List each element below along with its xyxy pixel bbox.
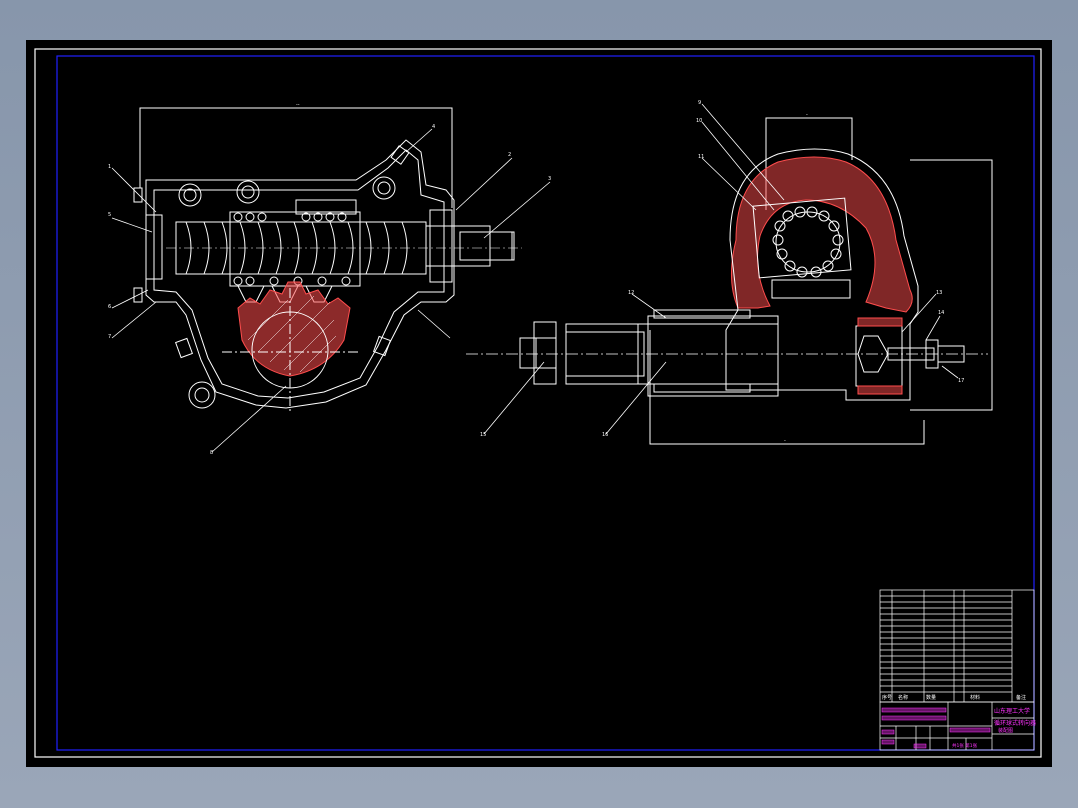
bushing-bottom xyxy=(653,383,751,393)
callout-14: 14 xyxy=(938,310,944,316)
drawing-title-2: 装配图 xyxy=(998,727,1013,734)
screw-bottom-left xyxy=(174,337,194,359)
inner-frame xyxy=(56,55,1035,751)
left-callouts xyxy=(111,128,551,453)
callout-8: 8 xyxy=(210,450,213,456)
ball-nut xyxy=(229,211,361,287)
housing-boss-right-top xyxy=(372,176,396,200)
bill-of-materials xyxy=(879,589,1035,703)
right-dim-top-label: - xyxy=(806,112,808,118)
end-cap-right xyxy=(429,209,453,283)
school-name: 山东理工大学 xyxy=(994,707,1030,715)
bom-header-name: 名称 xyxy=(898,694,908,701)
callout-1: 1 xyxy=(108,164,111,170)
bom-header-qty: 数量 xyxy=(926,694,936,701)
callout-5: 5 xyxy=(108,212,111,218)
sector-gear xyxy=(237,281,351,377)
bom-header-note: 备注 xyxy=(1016,694,1026,701)
callout-10: 10 xyxy=(696,118,702,124)
housing-boss-mid-top xyxy=(236,180,260,204)
bom-header-no: 序号 xyxy=(882,694,892,701)
drawing-sheet: -- 1 2 3 4 5 6 7 8 - - 9 10 11 12 13 14 … xyxy=(26,40,1052,767)
callout-16: 16 xyxy=(602,432,608,438)
cad-viewport: -- 1 2 3 4 5 6 7 8 - - 9 10 11 12 13 14 … xyxy=(0,0,1078,808)
input-shaft-spline xyxy=(459,231,515,261)
housing-boss-bottom xyxy=(188,381,216,409)
callout-15: 15 xyxy=(480,432,486,438)
steering-gear-assembly-drawing: -- 1 2 3 4 5 6 7 8 - - 9 10 11 12 13 14 … xyxy=(34,48,1042,758)
adjuster-hatch-top xyxy=(857,317,903,327)
callout-2: 2 xyxy=(508,152,511,158)
right-dim-bottom-label: - xyxy=(784,438,786,444)
callout-17: 17 xyxy=(958,378,964,384)
callout-11: 11 xyxy=(698,154,704,160)
callout-4: 4 xyxy=(432,124,435,130)
adjuster-hatch-bottom xyxy=(857,385,903,395)
callout-13: 13 xyxy=(936,290,942,296)
filler-plug xyxy=(390,145,410,165)
housing-boss-left-top xyxy=(178,183,202,207)
left-section-view: -- xyxy=(133,102,522,412)
callout-3: 3 xyxy=(548,176,551,182)
callout-7: 7 xyxy=(108,334,111,340)
nut-lower-block xyxy=(771,279,851,299)
outer-frame xyxy=(34,48,1042,758)
shaft-nut xyxy=(533,321,557,385)
callout-12: 12 xyxy=(628,290,634,296)
adjuster-cup xyxy=(855,325,903,387)
bom-header-material: 材料 xyxy=(970,694,980,701)
screw-bottom-right xyxy=(372,335,392,357)
sheet-info: 共1张 第1张 xyxy=(952,742,978,749)
right-housing-hatched xyxy=(730,156,913,313)
ball-circuit-balls xyxy=(772,206,844,278)
callout-6: 6 xyxy=(108,304,111,310)
callout-9: 9 xyxy=(698,100,701,106)
right-section-view: - - xyxy=(466,112,993,445)
screw-left-top xyxy=(133,187,143,203)
left-dimension-label: -- xyxy=(296,102,300,108)
drawing-title-1: 循环球式转向器 xyxy=(994,719,1036,727)
